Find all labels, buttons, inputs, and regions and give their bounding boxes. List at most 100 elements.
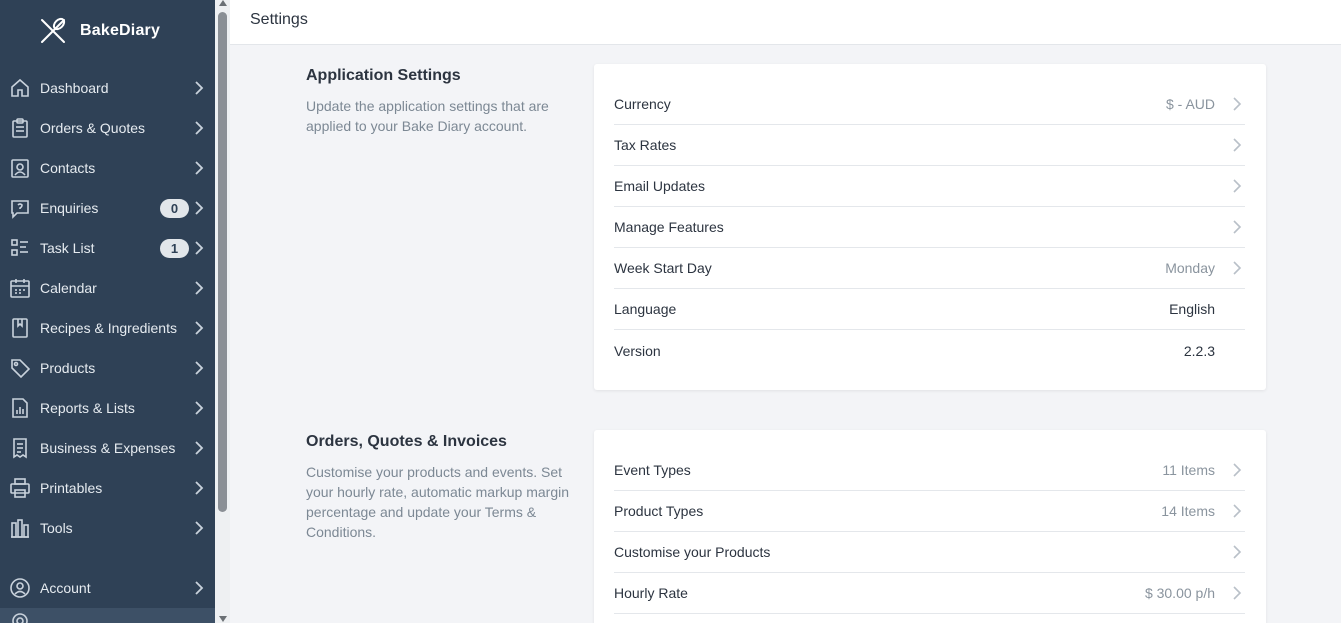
- chevron-right-icon: [194, 281, 204, 295]
- sidebar-item-recipes-ingredients[interactable]: Recipes & Ingredients: [0, 308, 215, 348]
- settings-row-product-types[interactable]: Product Types 14 Items: [614, 491, 1245, 532]
- row-value: 2.2.3: [1183, 342, 1215, 359]
- clipboard-icon: [9, 117, 31, 139]
- row-label: Event Types: [614, 462, 691, 478]
- sidebar-item-label: Reports & Lists: [40, 400, 135, 416]
- chevron-right-icon: [194, 161, 204, 175]
- enquiries-count-badge: 0: [160, 198, 189, 218]
- scrollbar-thumb[interactable]: [218, 12, 227, 512]
- settings-row-hourly-rate[interactable]: Hourly Rate $ 30.00 p/h: [614, 573, 1245, 614]
- chevron-right-icon: [1233, 220, 1242, 234]
- sidebar-item-reports-lists[interactable]: Reports & Lists: [0, 388, 215, 428]
- tools-icon: [9, 517, 31, 539]
- sidebar-item-task-list[interactable]: Task List 1: [0, 228, 215, 268]
- application-settings-card: Currency $ - AUD Tax Rates Email Updates…: [594, 64, 1266, 390]
- sidebar-item-label: Account: [40, 580, 91, 596]
- chevron-right-icon: [194, 241, 204, 255]
- report-chart-icon: [9, 397, 31, 419]
- question-bubble-icon: [9, 197, 31, 219]
- row-label: Email Updates: [614, 178, 706, 194]
- recipe-book-icon: [9, 317, 31, 339]
- settings-row-tax-rates[interactable]: Tax Rates: [614, 125, 1245, 166]
- chevron-right-icon: [1233, 138, 1242, 152]
- gear-icon: [9, 610, 31, 623]
- contact-card-icon: [9, 157, 31, 179]
- row-value: $ - AUD: [1165, 96, 1215, 112]
- row-value: Monday: [1165, 260, 1215, 276]
- settings-row-manage-features[interactable]: Manage Features: [614, 207, 1245, 248]
- sidebar-item-label: Business & Expenses: [40, 440, 176, 456]
- sidebar-item-account[interactable]: Account: [0, 568, 215, 608]
- row-label: Customise your Products: [614, 544, 771, 560]
- sidebar-item-dashboard[interactable]: Dashboard: [0, 68, 215, 108]
- sidebar: BakeDiary Dashboard Orders & Quotes Cont…: [0, 0, 215, 623]
- sidebar-item-label: Products: [40, 360, 96, 376]
- chevron-right-icon: [1233, 586, 1242, 600]
- settings-row-customise-products[interactable]: Customise your Products: [614, 532, 1245, 573]
- chevron-right-icon: [1233, 261, 1242, 275]
- home-icon: [9, 77, 31, 99]
- sidebar-item-label: Contacts: [40, 160, 96, 176]
- chevron-right-icon: [194, 121, 204, 135]
- settings-row-event-types[interactable]: Event Types 11 Items: [614, 450, 1245, 491]
- chevron-right-icon: [194, 201, 204, 215]
- chevron-right-icon: [194, 441, 204, 455]
- page-title: Settings: [250, 11, 308, 28]
- calendar-icon: [9, 277, 31, 299]
- row-label: Hourly Rate: [614, 585, 688, 601]
- chevron-right-icon: [194, 361, 204, 375]
- task-count-badge: 1: [160, 238, 189, 258]
- row-label: Tax Rates: [614, 137, 677, 153]
- orders-settings-card: Event Types 11 Items Product Types 14 It…: [594, 430, 1266, 623]
- sidebar-item-label: Printables: [40, 480, 103, 496]
- scroll-down-arrow-icon[interactable]: [219, 616, 227, 622]
- account-icon: [9, 577, 31, 599]
- sidebar-item-business-expenses[interactable]: Business & Expenses: [0, 428, 215, 468]
- chevron-right-icon: [194, 481, 204, 495]
- sidebar-item-enquiries[interactable]: Enquiries 0: [0, 188, 215, 228]
- receipt-icon: [9, 437, 31, 459]
- sidebar-item-products[interactable]: Products: [0, 348, 215, 388]
- sidebar-item-label: Tools: [40, 520, 73, 536]
- chevron-right-icon: [1233, 97, 1242, 111]
- settings-row-currency[interactable]: Currency $ - AUD: [614, 84, 1245, 125]
- checklist-icon: [9, 237, 31, 259]
- brand-logo[interactable]: BakeDiary: [0, 0, 215, 62]
- printer-icon: [9, 477, 31, 499]
- section-description: Customise your products and events. Set …: [306, 464, 569, 540]
- row-label: Manage Features: [614, 219, 724, 235]
- sidebar-item-orders-quotes[interactable]: Orders & Quotes: [0, 108, 215, 148]
- chevron-right-icon: [194, 81, 204, 95]
- chevron-right-icon: [1233, 463, 1242, 477]
- row-label: Currency: [614, 96, 671, 112]
- chevron-right-icon: [1233, 545, 1242, 559]
- row-label: Week Start Day: [614, 260, 712, 276]
- chevron-right-icon: [1233, 179, 1242, 193]
- section-title-orders-quotes-invoices: Orders, Quotes & Invoices: [306, 433, 507, 450]
- row-label: Product Types: [614, 503, 704, 519]
- sidebar-item-settings[interactable]: [0, 608, 215, 623]
- scroll-up-arrow-icon[interactable]: [219, 0, 227, 6]
- section-description: Update the application settings that are…: [306, 98, 549, 134]
- settings-row-week-start-day[interactable]: Week Start Day Monday: [614, 248, 1245, 289]
- settings-row-email-updates[interactable]: Email Updates: [614, 166, 1245, 207]
- section-title-application-settings: Application Settings: [306, 67, 461, 84]
- sidebar-item-label: Calendar: [40, 280, 97, 296]
- settings-row-version: Version 2.2.3: [614, 330, 1245, 371]
- chevron-right-icon: [194, 521, 204, 535]
- sidebar-item-label: Dashboard: [40, 80, 109, 96]
- sidebar-item-contacts[interactable]: Contacts: [0, 148, 215, 188]
- brand-name: BakeDiary: [80, 22, 161, 39]
- row-label: Version: [614, 342, 661, 359]
- sidebar-item-label: Task List: [40, 240, 95, 256]
- row-value: 14 Items: [1161, 503, 1215, 519]
- top-bar: Settings: [230, 0, 1341, 45]
- row-value: English: [1169, 301, 1215, 317]
- row-value: 11 Items: [1162, 462, 1215, 478]
- chevron-right-icon: [194, 401, 204, 415]
- sidebar-item-tools[interactable]: Tools: [0, 508, 215, 548]
- sidebar-item-printables[interactable]: Printables: [0, 468, 215, 508]
- row-label: Language: [614, 301, 677, 317]
- sidebar-item-calendar[interactable]: Calendar: [0, 268, 215, 308]
- sidebar-item-label: Enquiries: [40, 200, 99, 216]
